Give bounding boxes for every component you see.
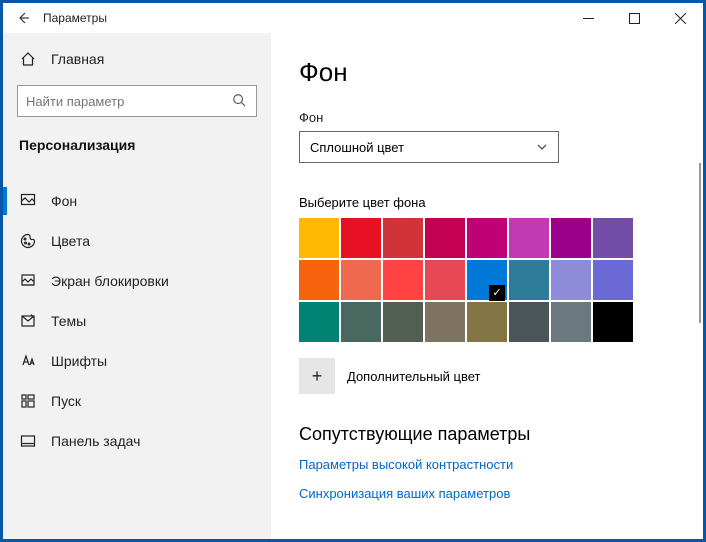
related-title: Сопутствующие параметры <box>299 424 675 445</box>
sidebar-category: Персонализация <box>3 127 271 165</box>
color-swatches <box>299 218 675 342</box>
search-wrap <box>3 81 271 127</box>
link-sync-settings[interactable]: Синхронизация ваших параметров <box>299 486 675 501</box>
back-button[interactable] <box>3 3 43 33</box>
chevron-down-icon <box>536 141 548 153</box>
bg-type-label: Фон <box>299 110 675 125</box>
sidebar-item-label: Шрифты <box>51 353 107 369</box>
search-box[interactable] <box>17 85 257 117</box>
bg-type-dropdown[interactable]: Сплошной цвет <box>299 131 559 163</box>
sidebar-item-colors[interactable]: Цвета <box>3 221 271 261</box>
plus-icon: + <box>312 366 323 387</box>
color-swatch[interactable] <box>509 302 549 342</box>
color-swatch[interactable] <box>467 218 507 258</box>
color-swatch[interactable] <box>467 302 507 342</box>
window-buttons <box>565 3 703 33</box>
colors-label: Выберите цвет фона <box>299 195 675 210</box>
color-swatch[interactable] <box>509 260 549 300</box>
sidebar-item-label: Экран блокировки <box>51 273 169 289</box>
color-swatch[interactable] <box>299 260 339 300</box>
search-input[interactable] <box>26 94 232 109</box>
titlebar-left: Параметры <box>3 3 107 33</box>
sidebar-item-label: Цвета <box>51 233 90 249</box>
sidebar-item-fonts[interactable]: Шрифты <box>3 341 271 381</box>
color-swatch[interactable] <box>467 260 507 300</box>
sidebar: Главная Персонализация Фон Цвета Экран бло… <box>3 33 271 539</box>
themes-icon <box>19 312 37 330</box>
sidebar-nav-list: Фон Цвета Экран блокировки Темы Шрифты Пуск Па… <box>3 181 271 461</box>
lockscreen-icon <box>19 272 37 290</box>
sidebar-item-label: Темы <box>51 313 86 329</box>
color-swatch[interactable] <box>593 218 633 258</box>
color-swatch[interactable] <box>425 218 465 258</box>
titlebar: Параметры <box>3 3 703 33</box>
custom-color-button[interactable]: + <box>299 358 335 394</box>
sidebar-item-background[interactable]: Фон <box>3 181 271 221</box>
background-icon <box>19 192 37 210</box>
color-swatch[interactable] <box>341 260 381 300</box>
color-swatch[interactable] <box>383 218 423 258</box>
minimize-button[interactable] <box>565 3 611 33</box>
color-swatch[interactable] <box>551 302 591 342</box>
custom-color-row: + Дополнительный цвет <box>299 358 675 394</box>
sidebar-item-label: Пуск <box>51 393 81 409</box>
taskbar-icon <box>19 432 37 450</box>
maximize-button[interactable] <box>611 3 657 33</box>
window-title: Параметры <box>43 11 107 25</box>
content-area: Фон Фон Сплошной цвет Выберите цвет фона… <box>271 33 703 539</box>
color-swatch[interactable] <box>341 218 381 258</box>
sidebar-item-lockscreen[interactable]: Экран блокировки <box>3 261 271 301</box>
color-swatch[interactable] <box>425 302 465 342</box>
link-high-contrast[interactable]: Параметры высокой контрастности <box>299 457 675 472</box>
color-swatch[interactable] <box>551 218 591 258</box>
sidebar-home[interactable]: Главная <box>3 37 271 81</box>
color-swatch[interactable] <box>593 260 633 300</box>
color-swatch[interactable] <box>383 302 423 342</box>
sidebar-home-label: Главная <box>51 51 104 67</box>
settings-window: Параметры Главная <box>0 0 706 542</box>
sidebar-item-taskbar[interactable]: Панель задач <box>3 421 271 461</box>
custom-color-label: Дополнительный цвет <box>347 369 481 384</box>
colors-icon <box>19 232 37 250</box>
scrollbar[interactable] <box>699 163 701 323</box>
minimize-icon <box>583 13 594 24</box>
close-icon <box>675 13 686 24</box>
color-swatch[interactable] <box>551 260 591 300</box>
page-title: Фон <box>299 57 675 88</box>
start-icon <box>19 392 37 410</box>
color-swatch[interactable] <box>509 218 549 258</box>
sidebar-item-label: Фон <box>51 193 77 209</box>
color-swatch[interactable] <box>341 302 381 342</box>
sidebar-item-label: Панель задач <box>51 433 140 449</box>
home-icon <box>19 50 37 68</box>
sidebar-item-start[interactable]: Пуск <box>3 381 271 421</box>
close-button[interactable] <box>657 3 703 33</box>
color-swatch[interactable] <box>425 260 465 300</box>
fonts-icon <box>19 352 37 370</box>
sidebar-item-themes[interactable]: Темы <box>3 301 271 341</box>
bg-type-value: Сплошной цвет <box>310 140 404 155</box>
color-swatch[interactable] <box>299 302 339 342</box>
arrow-left-icon <box>15 10 31 26</box>
body: Главная Персонализация Фон Цвета Экран бло… <box>3 33 703 539</box>
search-icon <box>232 93 248 109</box>
color-swatch[interactable] <box>299 218 339 258</box>
color-swatch[interactable] <box>593 302 633 342</box>
maximize-icon <box>629 13 640 24</box>
color-swatch[interactable] <box>383 260 423 300</box>
